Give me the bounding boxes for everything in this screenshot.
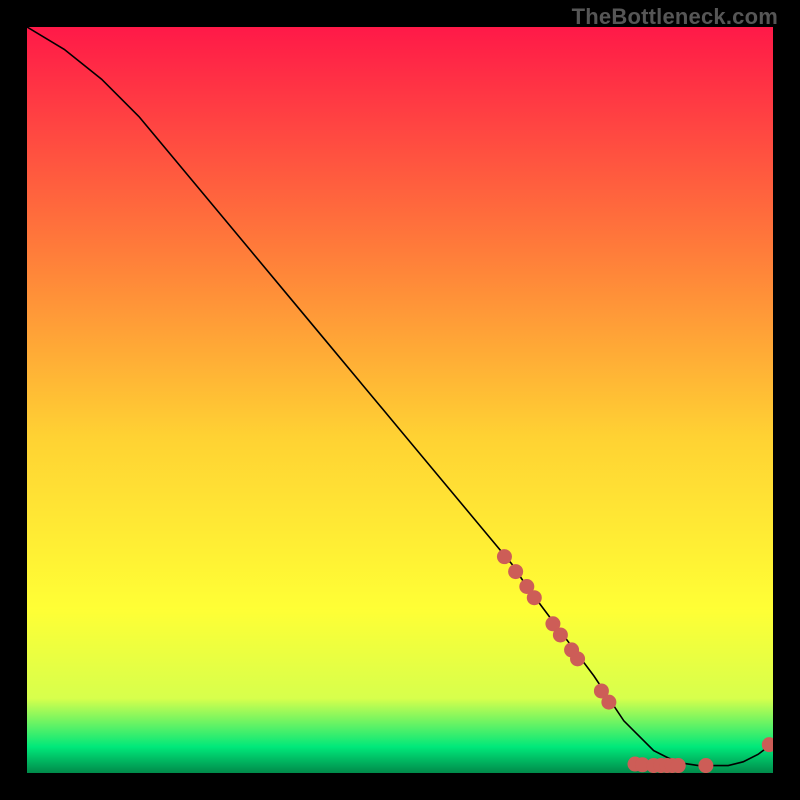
plot-svg bbox=[27, 27, 773, 773]
data-marker bbox=[508, 564, 523, 579]
data-marker bbox=[601, 695, 616, 710]
plot-area bbox=[27, 27, 773, 773]
data-marker bbox=[671, 758, 686, 773]
data-marker bbox=[570, 651, 585, 666]
gradient-background bbox=[27, 27, 773, 773]
data-marker bbox=[527, 590, 542, 605]
chart-frame: TheBottleneck.com bbox=[0, 0, 800, 800]
data-marker bbox=[553, 627, 568, 642]
data-marker bbox=[698, 758, 713, 773]
data-marker bbox=[497, 549, 512, 564]
